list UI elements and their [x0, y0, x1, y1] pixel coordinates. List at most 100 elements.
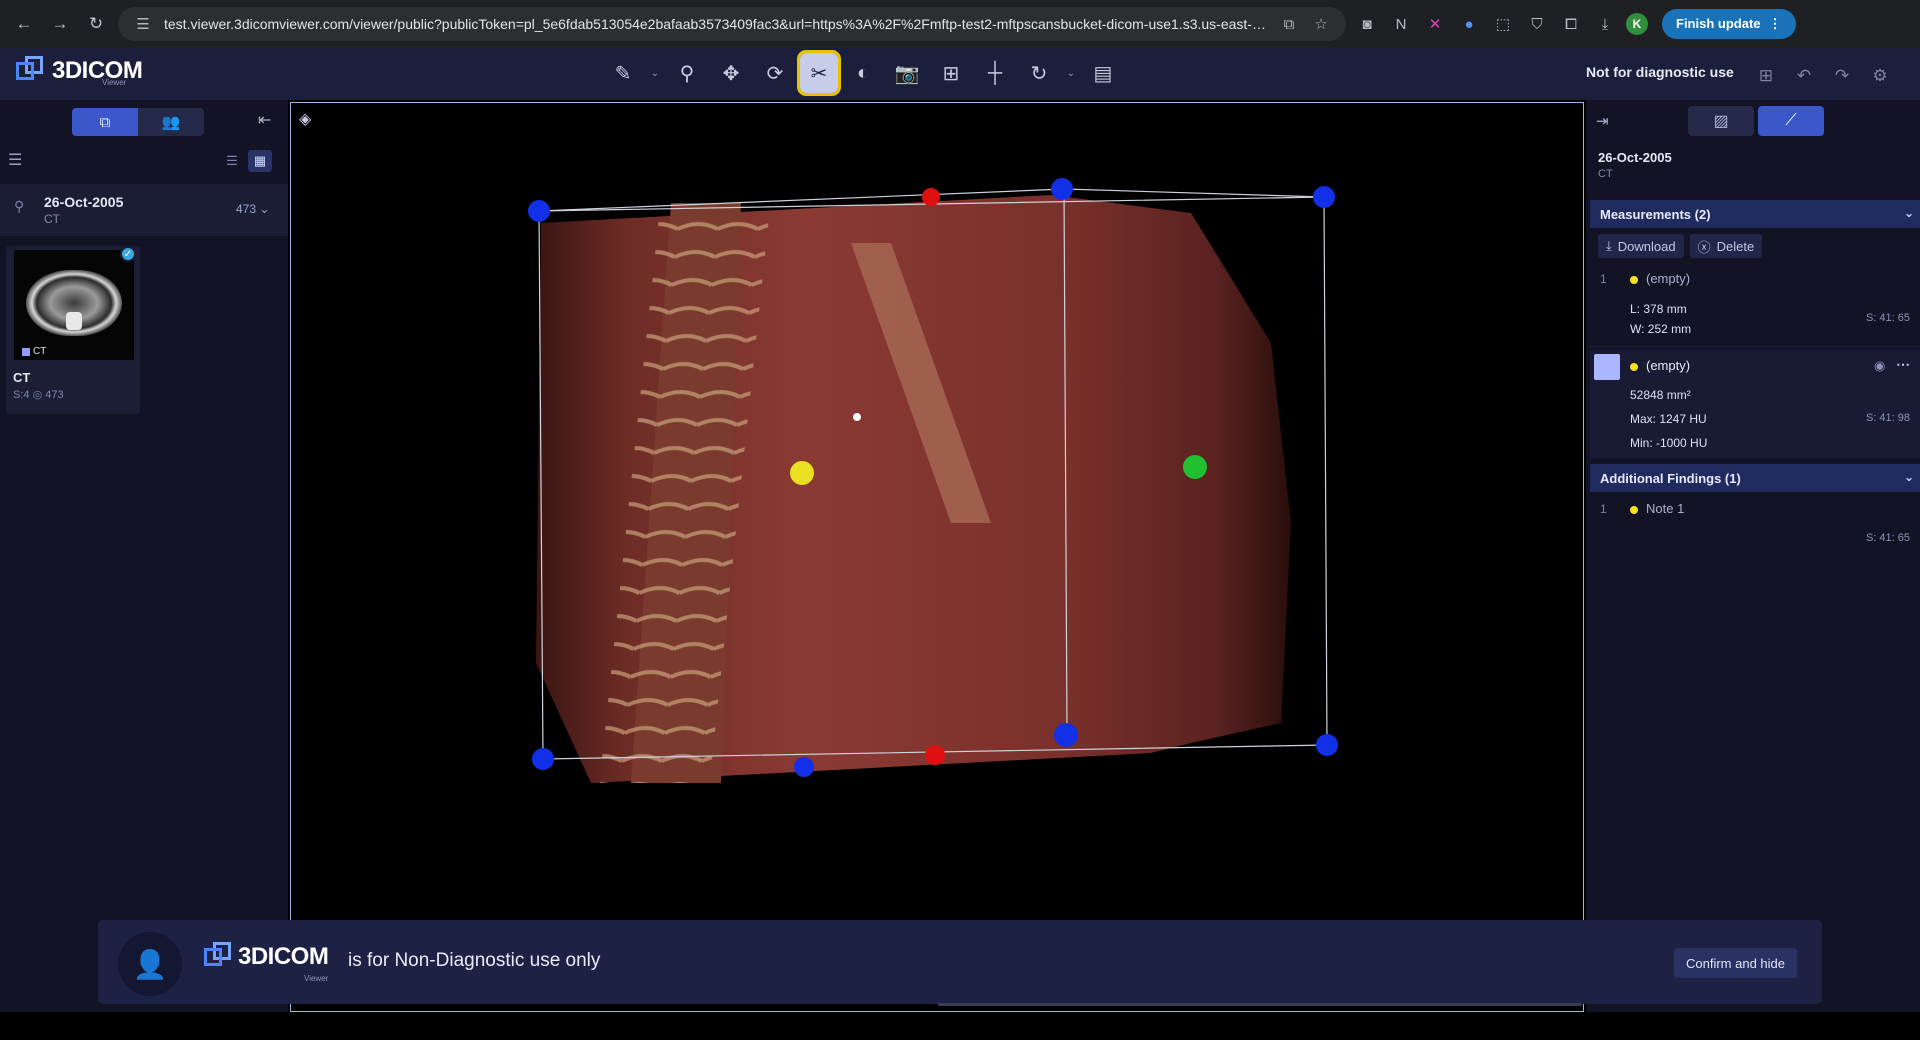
download-button[interactable]: ⤓ Download	[1598, 234, 1684, 258]
tab-patients[interactable]: 👥	[138, 108, 204, 136]
handle-blue-bottom-mid[interactable]	[1054, 723, 1078, 747]
study-image-count[interactable]: 473 ⌄	[236, 202, 269, 216]
bookmark-star-icon[interactable]: ☆	[1310, 15, 1332, 33]
pan-tool-icon[interactable]: ✥	[712, 53, 750, 93]
site-info-icon[interactable]: ☰	[132, 15, 154, 33]
handle-red-bottom[interactable]	[925, 745, 945, 765]
contrast-tool-icon[interactable]: ◐	[844, 53, 882, 93]
logo-cube-icon	[14, 54, 46, 88]
hatch-icon: ▨	[1713, 113, 1729, 130]
delete-button[interactable]: ⓧ Delete	[1689, 234, 1763, 258]
measurement-min-hu: Min: -1000 HU	[1630, 436, 1708, 450]
tab-segmentation[interactable]: ▨	[1688, 106, 1754, 136]
redo-icon[interactable]: ↷	[1828, 56, 1856, 96]
viewer-toolbar: ✎ ⌄ ⚲ ✥ ⟳ ✂ ◐ 📷 ⊞ ┼ ↻ ⌄ ▤	[604, 50, 1122, 96]
study-row[interactable]: ⚲ 26-Oct-2005 CT 473 ⌄	[0, 184, 288, 236]
forward-icon[interactable]: →	[46, 10, 74, 38]
reset-tool-icon[interactable]: ↻	[1020, 53, 1058, 93]
x-extension-icon[interactable]: ✕	[1422, 11, 1448, 37]
profile-avatar[interactable]: K	[1626, 13, 1648, 35]
volume-render[interactable]	[291, 103, 1584, 1012]
tab-measurements[interactable]: ⟋	[1758, 106, 1824, 136]
tab-series[interactable]: ⧉	[72, 108, 138, 136]
left-panel-tabs: ⧉ 👥	[72, 108, 204, 136]
finding-item[interactable]: 1 Note 1 S: 41: 65	[1590, 498, 1920, 548]
zoom-tool-icon[interactable]: ⚲	[668, 53, 706, 93]
app-root: ← → ↻ ☰ test.viewer.3dicomviewer.com/vie…	[0, 0, 1920, 1040]
banner-logo-subtitle: Viewer	[304, 974, 329, 983]
layers-icon[interactable]: ◈	[299, 109, 311, 129]
handle-red-top[interactable]	[922, 188, 940, 206]
screen-capture-extension-icon[interactable]: ⬚	[1490, 11, 1516, 37]
handle-blue-bottom-front[interactable]	[794, 757, 814, 777]
back-icon[interactable]: ←	[10, 10, 38, 38]
handle-yellow-left[interactable]	[790, 461, 814, 485]
cut-tool-icon[interactable]: ✂	[797, 50, 841, 96]
view-toggle: ☰ ▦	[220, 150, 272, 172]
banner-logo: 3DICOM	[202, 940, 329, 974]
delete-circle-x-icon: ⓧ	[1697, 239, 1711, 255]
camera-tool-icon[interactable]: 📷	[888, 53, 926, 93]
finish-update-button[interactable]: Finish update ⋮	[1662, 9, 1796, 39]
finding-label: Note 1	[1646, 501, 1685, 516]
menu-dots-icon: ⋮	[1768, 16, 1782, 31]
download-icon[interactable]: ⤓	[1592, 11, 1618, 37]
notion-extension-icon[interactable]: N	[1388, 11, 1414, 37]
filter-sliders-icon[interactable]: ☰	[8, 150, 22, 170]
chevron-down-icon: ⌄	[1903, 470, 1914, 484]
grid-view-icon[interactable]: ▦	[248, 150, 272, 172]
findings-header-label: Additional Findings (1)	[1600, 470, 1741, 486]
visibility-eye-icon[interactable]: ◉	[1874, 358, 1885, 374]
handle-blue-bottom-right[interactable]	[1316, 734, 1338, 756]
crosshair-tool-icon[interactable]: ┼	[976, 53, 1014, 93]
handle-blue-bottom-left[interactable]	[532, 748, 554, 770]
collapse-left-panel-icon[interactable]: ⇤	[258, 110, 271, 130]
ruler-dropdown-icon[interactable]: ⌄	[648, 53, 662, 93]
camera-extension-icon[interactable]: ◙	[1354, 11, 1380, 37]
series-thumbnail[interactable]: CT	[14, 250, 134, 360]
puzzle-extension-icon[interactable]: ⧠	[1558, 11, 1584, 37]
password-extension-icon[interactable]: ●	[1456, 11, 1482, 37]
horizontal-scrollbar[interactable]	[938, 1003, 1582, 1006]
confirm-and-hide-button[interactable]: Confirm and hide	[1674, 948, 1797, 978]
reset-dropdown-icon[interactable]: ⌄	[1064, 53, 1078, 93]
3d-viewport[interactable]: ◈	[290, 102, 1584, 1012]
shield-extension-icon[interactable]: ⛉	[1524, 11, 1550, 37]
layout-grid-icon[interactable]: ⊞	[1752, 56, 1780, 96]
expand-panel-icon[interactable]: ⇥	[1596, 112, 1609, 130]
left-panel: ⧉ 👥 ⇤ ☰ ☰ ▦ ⚲ 26-Oct-2005 CT 473 ⌄ CT ✓ …	[0, 100, 288, 1012]
url-text[interactable]: test.viewer.3dicomviewer.com/viewer/publ…	[164, 16, 1268, 32]
additional-findings-header[interactable]: Additional Findings (1) ⌄	[1590, 464, 1920, 492]
series-copy-icon: ⧉	[99, 113, 111, 131]
reload-icon[interactable]: ↻	[82, 10, 110, 38]
handle-blue-top-mid[interactable]	[1051, 178, 1073, 200]
measurement-item[interactable]: 1 (empty) L: 378 mm W: 252 mm S: 41: 65	[1590, 266, 1920, 346]
logo-cube-icon	[202, 940, 232, 974]
ruler-tool-icon[interactable]: ✎	[604, 53, 642, 93]
rotate-3d-tool-icon[interactable]: ⟳	[756, 53, 794, 93]
series-card[interactable]: CT ✓ CT S:4 ◎ 473	[6, 246, 140, 414]
right-panel: ⇥ ▨ ⟋ 26-Oct-2005 CT Measurements (2) ⌄ …	[1586, 100, 1920, 1012]
handle-blue-top-left[interactable]	[528, 200, 550, 222]
measurement-number: 2	[1594, 354, 1620, 380]
handle-green-right[interactable]	[1183, 455, 1207, 479]
settings-gear-icon[interactable]: ⚙	[1866, 56, 1894, 96]
measurement-label: (empty)	[1646, 271, 1691, 286]
more-options-icon[interactable]: ⋯	[1896, 356, 1910, 373]
measurement-length: L: 378 mm	[1630, 302, 1687, 316]
selected-check-icon: ✓	[120, 246, 136, 262]
pin-icon[interactable]: ⚲	[14, 198, 24, 215]
measurements-header[interactable]: Measurements (2) ⌄	[1590, 200, 1920, 228]
mouse-cursor-icon	[853, 413, 861, 421]
list-view-icon[interactable]: ☰	[220, 150, 244, 172]
measurement-item-selected[interactable]: 2 (empty) ◉ ⋯ 52848 mm² Max: 1247 HU Min…	[1590, 350, 1920, 458]
undo-icon[interactable]: ↶	[1790, 56, 1818, 96]
address-bar[interactable]: ☰ test.viewer.3dicomviewer.com/viewer/pu…	[118, 7, 1346, 41]
report-tool-icon[interactable]: ▤	[1084, 53, 1122, 93]
install-app-icon[interactable]: ⧉	[1278, 16, 1300, 33]
study-date: 26-Oct-2005	[44, 194, 124, 210]
layout-tool-icon[interactable]: ⊞	[932, 53, 970, 93]
users-icon: 👥	[161, 114, 181, 131]
banner-message: is for Non-Diagnostic use only	[348, 950, 601, 971]
handle-blue-top-right[interactable]	[1313, 186, 1335, 208]
